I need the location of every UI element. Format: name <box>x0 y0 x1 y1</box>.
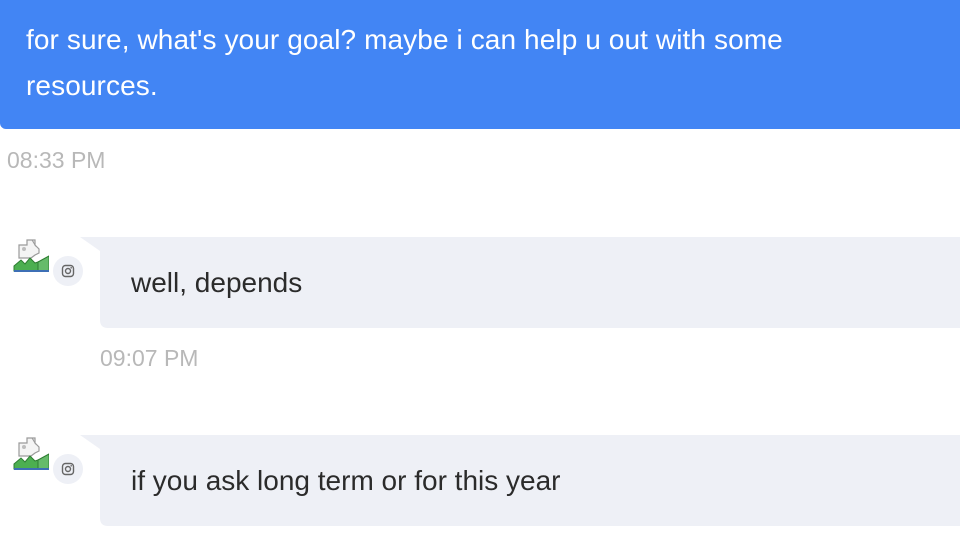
incoming-message-bubble: well, depends <box>80 237 960 328</box>
broken-image-icon <box>13 434 50 470</box>
message-text: for sure, what's your goal? maybe i can … <box>26 24 783 101</box>
instagram-icon <box>53 256 83 286</box>
broken-image-icon <box>13 236 50 272</box>
instagram-icon <box>53 454 83 484</box>
message-text: well, depends <box>131 267 303 298</box>
incoming-message-bubble: if you ask long term or for this year <box>80 435 960 526</box>
message-timestamp: 08:33 PM <box>7 147 106 173</box>
outgoing-message-bubble: for sure, what's your goal? maybe i can … <box>0 0 960 129</box>
message-timestamp: 09:07 PM <box>100 345 199 371</box>
chat-thread: for sure, what's your goal? maybe i can … <box>0 0 960 540</box>
message-text: if you ask long term or for this year <box>131 465 561 496</box>
